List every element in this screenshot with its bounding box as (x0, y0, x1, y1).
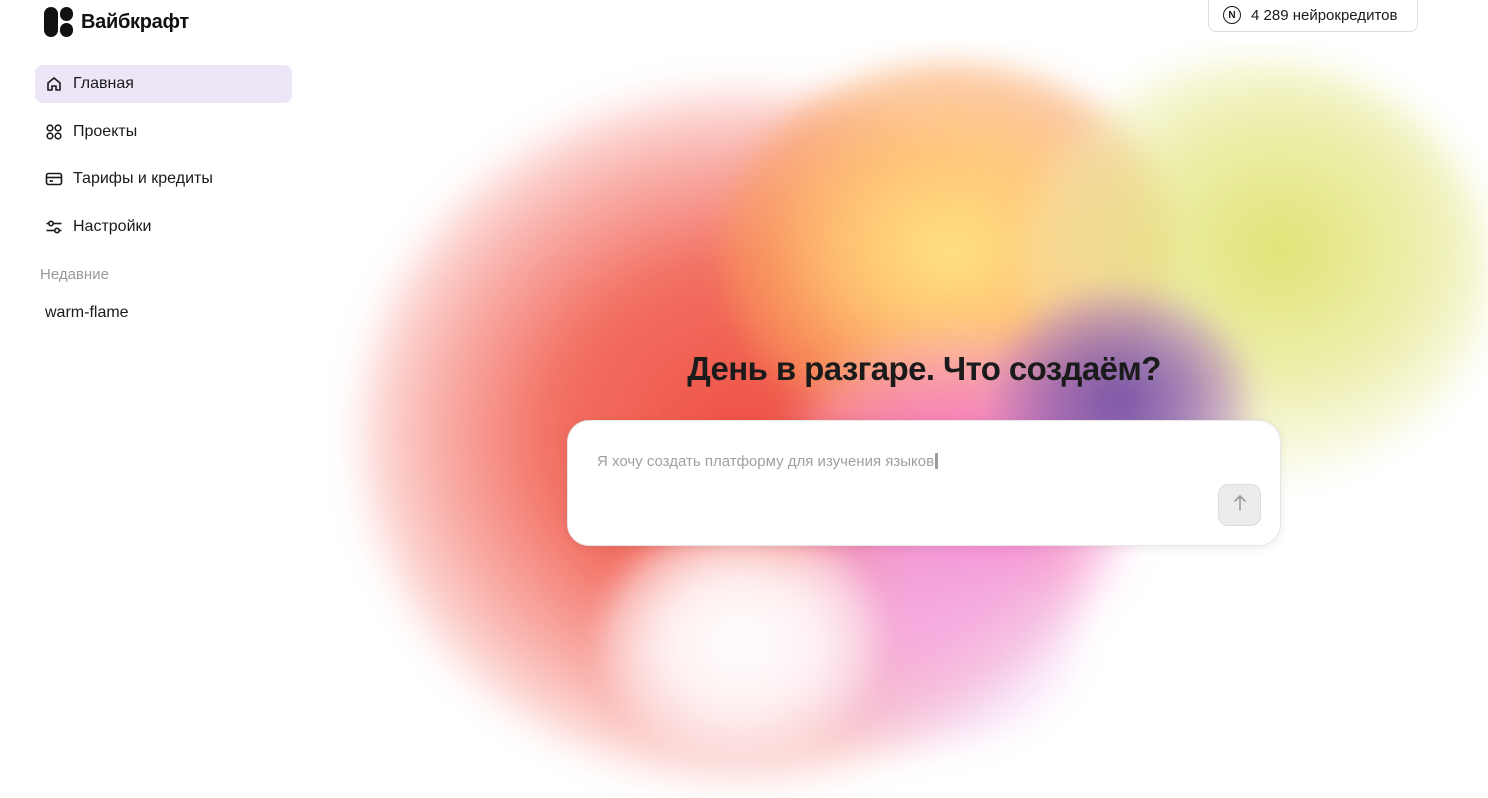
recent-project-item[interactable]: warm-flame (45, 304, 129, 322)
neuro-credits-icon: N (1223, 6, 1241, 24)
page-title: День в разгаре. Что создаём? (687, 350, 1161, 387)
gradient-blob-white (600, 520, 880, 760)
sidebar-item-label: Главная (73, 75, 134, 92)
arrow-up-icon (1232, 494, 1248, 517)
sidebar-item-pricing[interactable]: Тарифы и кредиты (35, 160, 292, 198)
credit-card-icon (45, 170, 63, 188)
text-caret (935, 453, 939, 469)
prompt-input[interactable]: Я хочу создать платформу для изучения яз… (597, 453, 939, 470)
app-logo[interactable]: Вайбкрафт (44, 7, 189, 37)
sidebar-item-home[interactable]: Главная (35, 65, 292, 103)
sidebar-nav: Главная Проекты Тарифы и кредиты Настрой… (35, 65, 292, 255)
sidebar-item-label: Проекты (73, 122, 138, 140)
credits-button[interactable]: N 4 289 нейрокредитов (1208, 0, 1418, 32)
sidebar-item-label: Настройки (73, 217, 152, 235)
logo-mark-icon (44, 7, 73, 37)
recent-section-label: Недавние (40, 266, 109, 283)
home-icon (45, 75, 63, 93)
prompt-placeholder: Я хочу создать платформу для изучения яз… (597, 453, 935, 470)
sidebar-item-projects[interactable]: Проекты (35, 113, 292, 151)
page: N 4 289 нейрокредитов Вайбкрафт Главная (0, 0, 1488, 798)
sidebar-item-label: Тарифы и кредиты (73, 170, 213, 187)
credits-label: 4 289 нейрокредитов (1251, 6, 1398, 24)
sidebar-item-settings[interactable]: Настройки (35, 208, 292, 246)
projects-grid-icon (45, 123, 63, 141)
app-name: Вайбкрафт (81, 10, 189, 33)
sidebar: Вайбкрафт Главная Проекты Тарифы и креди… (0, 0, 310, 798)
prompt-composer: Я хочу создать платформу для изучения яз… (567, 420, 1281, 546)
send-button[interactable] (1218, 484, 1261, 526)
sliders-icon (45, 218, 63, 236)
